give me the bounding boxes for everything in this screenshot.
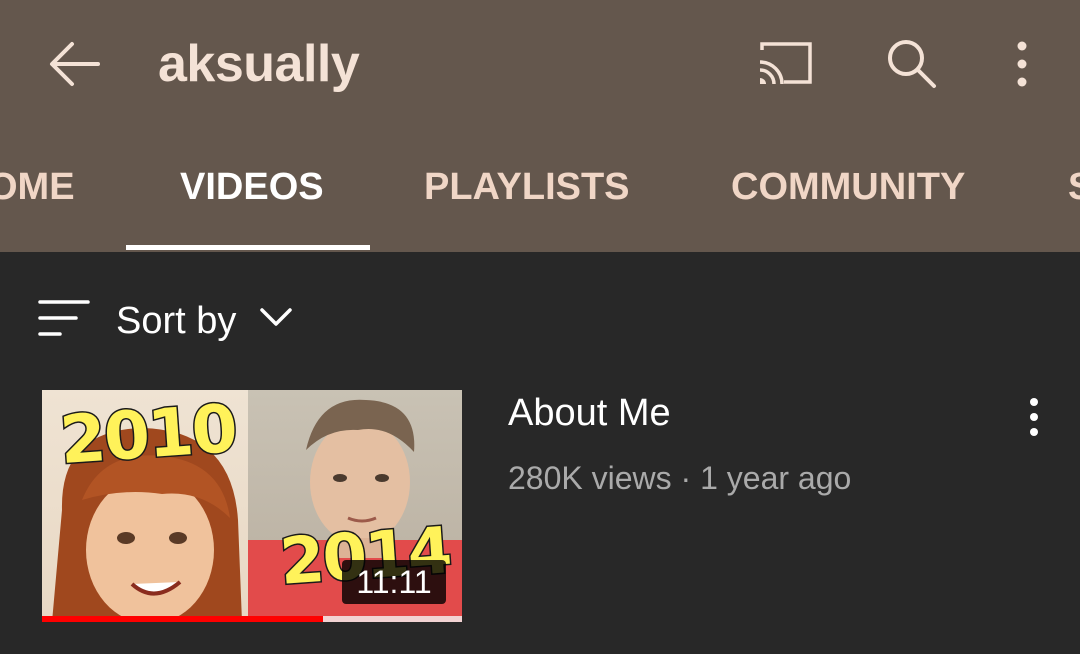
channel-tabs: OME VIDEOS PLAYLISTS COMMUNITY S bbox=[0, 130, 1080, 252]
watch-progress-fill bbox=[42, 616, 324, 622]
more-vertical-icon bbox=[1017, 41, 1027, 87]
video-more-button[interactable] bbox=[1018, 394, 1050, 442]
search-icon bbox=[888, 40, 936, 88]
more-options-button[interactable] bbox=[1004, 36, 1040, 92]
search-button[interactable] bbox=[884, 36, 940, 92]
tab-community[interactable]: COMMUNITY bbox=[731, 166, 965, 209]
video-list-item[interactable]: 2010 2014 11:11 About Me 280K views · 1 … bbox=[42, 390, 1052, 624]
sort-icon bbox=[38, 300, 90, 336]
chevron-down-icon bbox=[260, 308, 292, 326]
arrow-back-icon bbox=[50, 42, 100, 86]
video-meta: 280K views · 1 year ago bbox=[508, 460, 852, 496]
sort-by-label: Sort by bbox=[116, 300, 237, 342]
tab-store[interactable]: S bbox=[1068, 166, 1080, 209]
back-button[interactable] bbox=[46, 38, 104, 90]
thumbnail-text-2010: 2010 bbox=[56, 390, 240, 481]
active-tab-indicator bbox=[126, 245, 370, 250]
tab-videos[interactable]: VIDEOS bbox=[180, 166, 324, 209]
cast-icon bbox=[759, 42, 812, 85]
video-title[interactable]: About Me bbox=[508, 392, 671, 435]
video-thumbnail[interactable]: 2010 2014 11:11 bbox=[42, 390, 462, 622]
tab-home[interactable]: OME bbox=[0, 166, 75, 209]
watch-progress-bar bbox=[42, 616, 462, 622]
sort-by-button[interactable]: Sort by bbox=[36, 294, 336, 354]
more-vertical-icon bbox=[1030, 398, 1038, 436]
channel-header: aksually OME VIDEOS PLAYLISTS COMMUNITY … bbox=[0, 0, 1080, 252]
channel-title: aksually bbox=[158, 35, 360, 93]
tab-playlists[interactable]: PLAYLISTS bbox=[424, 166, 630, 209]
video-duration-badge: 11:11 bbox=[342, 560, 446, 604]
cast-button[interactable] bbox=[754, 38, 816, 90]
